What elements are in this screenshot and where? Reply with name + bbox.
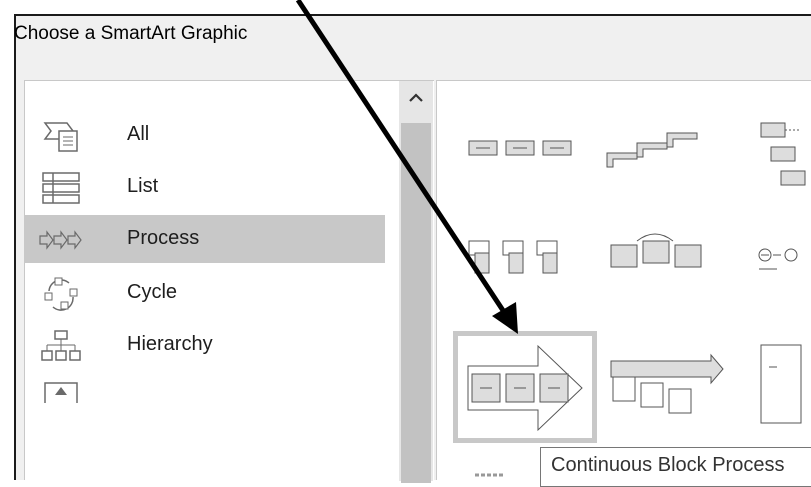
scroll-thumb[interactable] (401, 123, 431, 483)
increasing-arrow-process-icon (610, 353, 724, 414)
dialog-title: Choose a SmartArt Graphic (14, 23, 248, 44)
layout-accent-process[interactable] (451, 201, 591, 301)
alternating-flow-icon (760, 122, 806, 186)
layout-basic-process[interactable] (451, 97, 591, 197)
segmented-process-icon (760, 344, 802, 424)
category-item-cycle[interactable]: Cycle (25, 269, 385, 317)
category-item-hierarchy[interactable]: Hierarchy (25, 321, 385, 369)
layout-basic-chevron[interactable] (597, 201, 737, 301)
category-label-process: Process (127, 227, 200, 249)
step-up-process-icon (606, 132, 698, 168)
layout-increasing-arrow-process[interactable] (601, 337, 741, 437)
continuous-block-process-icon (467, 344, 583, 432)
category-label-list: List (127, 175, 159, 197)
category-item-list[interactable]: List (25, 163, 385, 211)
accent-process-icon (468, 240, 558, 274)
circle-process-icon (758, 248, 798, 270)
relationship-icon (44, 382, 78, 403)
basic-chevron-icon (610, 233, 702, 268)
cycle-icon (44, 277, 78, 311)
layout-tooltip: Continuous Block Process (540, 447, 811, 487)
category-item-process[interactable]: Process (25, 215, 385, 263)
layout-continuous-block-process[interactable] (453, 331, 597, 443)
process-icon (39, 230, 82, 250)
category-item-relationship[interactable] (25, 373, 385, 403)
layout-circle-process[interactable] (741, 201, 811, 301)
category-item-all[interactable]: All (25, 111, 385, 159)
hierarchy-icon (41, 330, 81, 361)
scroll-up-button[interactable] (399, 81, 433, 115)
layout-segmented-process[interactable] (741, 337, 811, 437)
layout-alternating-flow[interactable] (741, 97, 811, 197)
basic-process-icon (468, 140, 572, 156)
layout-step-up-process[interactable] (597, 97, 737, 197)
layout-gallery[interactable] (436, 80, 811, 480)
chevron-up-icon (409, 93, 423, 102)
category-label-hierarchy: Hierarchy (127, 333, 213, 355)
category-list[interactable]: All List Process Cycle Hierarchy (24, 80, 434, 483)
category-label-cycle: Cycle (127, 281, 178, 303)
category-label-all: All (127, 123, 150, 145)
list-icon (42, 172, 80, 204)
category-scrollbar[interactable] (399, 81, 433, 483)
all-icon (43, 122, 78, 152)
